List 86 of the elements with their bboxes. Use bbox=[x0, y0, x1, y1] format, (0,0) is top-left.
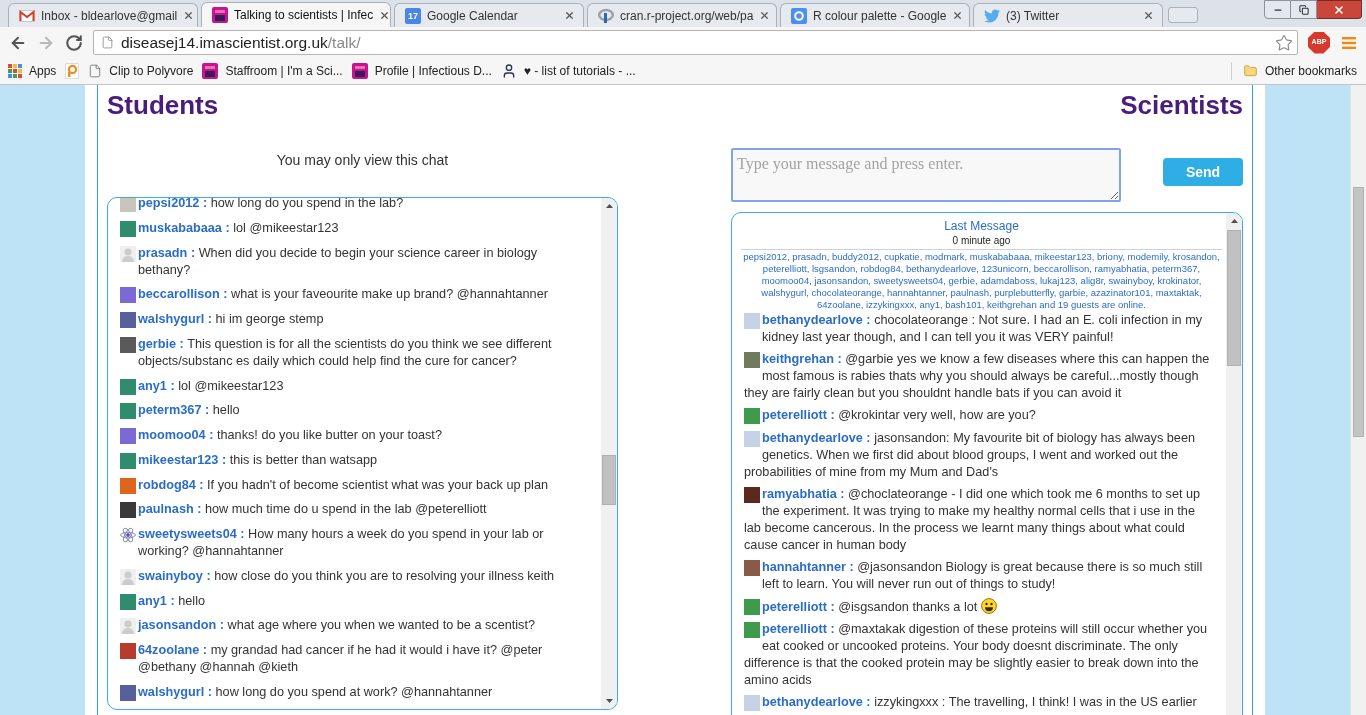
page-icon bbox=[88, 63, 103, 79]
chat-message: beccarollison : what is your faveourite make up brand? @hannahtanner bbox=[138, 286, 549, 304]
chat-message: swainyboy : how close do you think you are to resolving your illness keith bbox=[138, 567, 556, 585]
chat-message: prasadn : When did you decide to begin your science career in biology bethany? bbox=[138, 244, 539, 279]
logo-icon bbox=[351, 63, 368, 79]
avatar-icon bbox=[120, 245, 136, 262]
chat-message: peterelliott : @isgsandon thanks a lot bbox=[762, 600, 978, 614]
chat-message: 64zoolane : my grandad had cancer if he had it would i have it? @peter @bethany @hannah @kieth bbox=[138, 642, 544, 676]
chat-message: bethanydearlove : izzykingxxx : The travelling, I think! I was in the US earlier bbox=[762, 695, 1197, 709]
section-heading: Scientists bbox=[1119, 89, 1243, 121]
chat-message: robdog84 : If you hadn't of become scientist what was your back up plan bbox=[138, 476, 550, 494]
chat-message: keithgrehan : @garbie yes we know a few diseases where this can happen the most famous is rabies thats why you should always be careful...mostly though they are fairly clean but you shouldnt handle bats if you can avoid it bbox=[744, 352, 1210, 400]
ring-logo-icon bbox=[598, 7, 614, 24]
scroll-up-icon[interactable] bbox=[605, 204, 613, 208]
scroll-down-icon[interactable] bbox=[605, 699, 613, 703]
browser-tab[interactable]: 17 Google Calendar bbox=[394, 3, 584, 27]
logo-icon bbox=[65, 63, 80, 79]
folder-icon bbox=[1242, 64, 1258, 78]
chat-message: moomoo04 : thanks! do you like butter on your toast? bbox=[138, 427, 443, 444]
chat-message: peterelliott : @maxtakak digestion of these proteins will still occur whether you eat cooked or uncooked proteins. Your body doesnt discriminate. The only difference is that the cooked protein may be slightly easier to break down into the amino acids bbox=[744, 622, 1208, 687]
logo-icon bbox=[791, 7, 807, 24]
restore-icon bbox=[1298, 4, 1309, 15]
minimize-button[interactable] bbox=[1264, 0, 1291, 19]
scrollbar-thumb[interactable] bbox=[1227, 230, 1241, 366]
atom-icon bbox=[120, 527, 136, 543]
browser-tab[interactable]: Talking to scientists | Infec bbox=[201, 2, 391, 27]
chat-message: hannahtanner : @jasonsandon Biology is great because there is so much still left to learn. You will never run out of things to study! bbox=[762, 560, 1203, 591]
bookmark-item[interactable]: Apps bbox=[5, 60, 60, 82]
chat-message: paulnash : how much time do u spend in the lab @peterelliott bbox=[138, 501, 488, 519]
bookmark-item[interactable]: Staffroom | I'm a Sci... bbox=[199, 60, 346, 82]
close-icon[interactable] bbox=[952, 10, 964, 21]
chat-message: bethanydearlove : chocolateorange : Not sure. I had an E. coli infection in my kidney last year though, and I can tell you it was VERY painful! bbox=[762, 313, 1203, 344]
chat-message: walshygurl : hi im george stemp bbox=[138, 311, 325, 328]
calendar-icon: 17 bbox=[405, 7, 421, 24]
close-icon bbox=[1333, 3, 1345, 16]
last-message-time: 0 minute ago bbox=[951, 234, 1012, 247]
bookmark-item[interactable]: Clip to Polyvore bbox=[85, 60, 197, 82]
last-message-title: Last Message bbox=[943, 219, 1020, 234]
bookmark-star-icon[interactable] bbox=[1275, 33, 1293, 52]
scrollbar[interactable] bbox=[1226, 213, 1242, 715]
close-icon[interactable] bbox=[759, 10, 771, 21]
chat-message: any1 : hello bbox=[138, 592, 206, 610]
scroll-up-icon[interactable] bbox=[1230, 219, 1238, 223]
close-window-button[interactable] bbox=[1317, 0, 1362, 19]
avatar-icon bbox=[120, 568, 136, 585]
page-icon bbox=[101, 35, 114, 50]
browser-tab[interactable]: (3) Twitter bbox=[973, 3, 1163, 27]
chat-message: pepsi2012 : how long do you spend in the lab? bbox=[138, 198, 405, 212]
browser-tab[interactable]: cran.r-project.org/web/pa bbox=[587, 3, 777, 27]
reload-icon[interactable] bbox=[65, 33, 83, 52]
message-input[interactable]: Type your message and press enter. bbox=[731, 148, 1121, 202]
bookmark-folder[interactable]: Other bookmarks bbox=[1239, 60, 1360, 82]
chat-message: walshygurl : how long do you spend at work? @hannahtanner bbox=[138, 683, 494, 701]
chat-message: peterm367 : hello bbox=[138, 402, 241, 420]
chat-message: ramyabhatia : @choclateorange - I did one which took me 6 months to set up the experiment. It was trying to make my healthy normal cells that i use in the lab become cancerous. In the process we learnt many things about what could cause cancer in human body bbox=[744, 487, 1201, 552]
address-bar[interactable]: diseasej14.imascientist.org.uk/talk/ bbox=[93, 30, 1298, 55]
apps-grid-icon bbox=[8, 64, 22, 78]
chat-message: sweetysweets04 : How many hours a week do you spend in your lab or working? @hannahtanner bbox=[138, 526, 545, 560]
close-icon[interactable] bbox=[1143, 10, 1154, 21]
browser-tab[interactable]: R colour palette - Google bbox=[780, 3, 970, 27]
logo-icon bbox=[202, 63, 219, 79]
online-users-list: pepsi2012, prasadn, buddy2012, cupkatie, modmark, muskababaaa, mikeestar123, briony, modemily, krosandon, peterelliott, lsgsandon, robdog84, bethanydearlove, 123unicorn, beccarollison, ramyabhatia, peterm367, moomoo04, jasonsandon, sweetysweets04, gerbie, adamdaboss, lukaj123, alig8r, swainyboy, krokinator, walshygurl, chocolateorange, hannahtanner, paulnash, purplebutterfly, garbie, azazinator101, maxtaktak, 64zoolane, izzykingxxx, any1, bash101, keithgrehan and 19 guests are online. bbox=[741, 251, 1222, 311]
restore-button[interactable] bbox=[1291, 0, 1317, 19]
chat-message: bethanydearlove : jasonsandon: My favourite bit of biology has always been genetics. When we first did about blood groups, I went and worked out the probabilities of mine from my Mum and Dad's bbox=[744, 431, 1196, 479]
chat-message: gerbie : This question is for all the scientists do you think we see different objects/substanc es daily which could help find the cure for cancer? bbox=[138, 335, 553, 370]
chat-message: peterelliott : @krokintar very well, how are you? bbox=[762, 408, 1036, 422]
close-icon[interactable] bbox=[564, 10, 575, 21]
close-icon[interactable] bbox=[379, 9, 391, 21]
page-scrollbar[interactable] bbox=[1350, 85, 1366, 715]
chat-message: muskababaaa : lol @mikeestar123 bbox=[138, 219, 340, 237]
section-heading: Students bbox=[107, 89, 220, 121]
scrollbar-thumb[interactable] bbox=[1353, 187, 1364, 437]
scrollbar-thumb[interactable] bbox=[602, 455, 616, 505]
close-icon[interactable] bbox=[183, 10, 195, 21]
bookmark-item[interactable]: ♥ - list of tutorials - ... bbox=[497, 60, 639, 82]
bird-icon bbox=[984, 7, 1000, 24]
view-only-notice: You may only view this chat bbox=[275, 152, 450, 168]
chat-message: jasonsandon : what age where you when we wanted to be a scentist? bbox=[138, 617, 537, 635]
browser-tab[interactable]: Inbox - bldearlove@gmail bbox=[8, 3, 198, 27]
chat-message: any1 : lol @mikeestar123 bbox=[138, 377, 285, 395]
chat-message: mikeestar123 : this is better than watsapp bbox=[138, 451, 379, 469]
scrollbar[interactable] bbox=[601, 198, 617, 709]
envelope-icon bbox=[19, 9, 35, 22]
bookmark-item[interactable]: Profile | Infectious D... bbox=[348, 60, 495, 82]
avatar-icon bbox=[120, 618, 136, 635]
logo-icon bbox=[212, 7, 228, 23]
